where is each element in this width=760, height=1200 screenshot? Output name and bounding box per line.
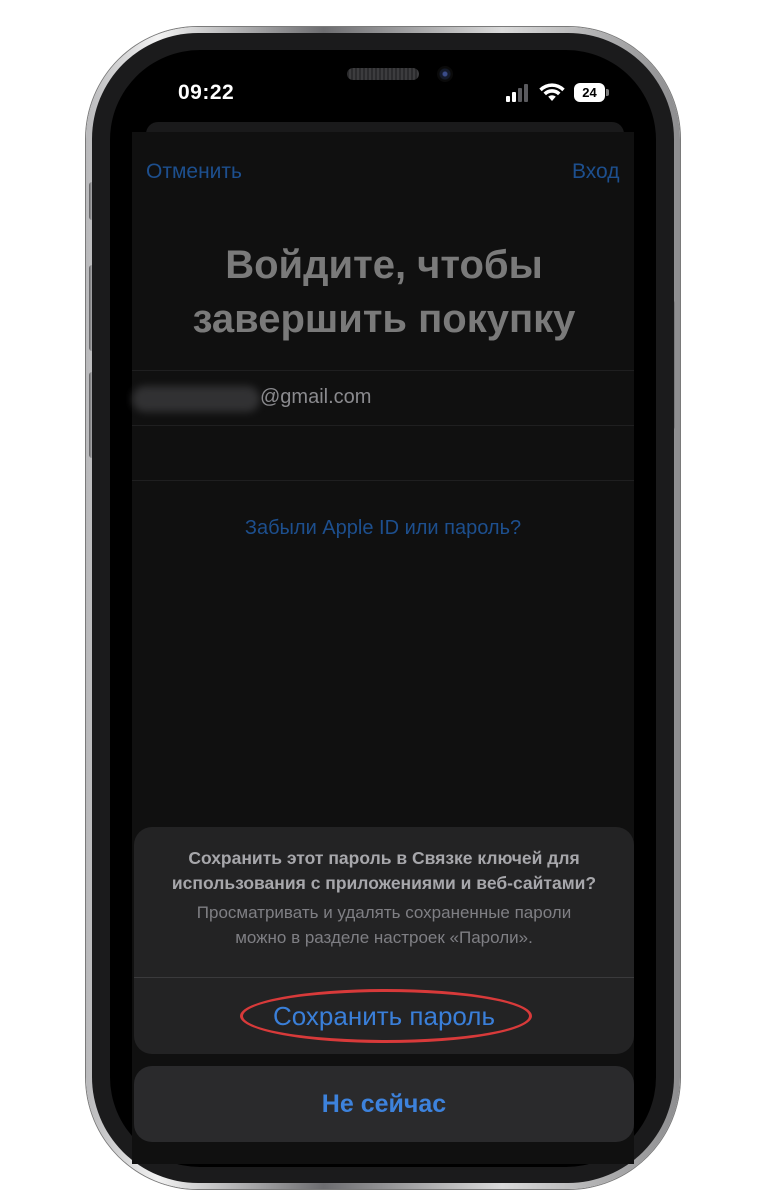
alert-message-line-2: можно в разделе настроек «Пароли». — [235, 928, 533, 947]
status-time: 09:22 — [178, 81, 235, 104]
battery-tip — [606, 89, 609, 96]
page-title-line-1: Войдите, чтобы — [225, 243, 543, 287]
wifi-icon — [539, 83, 565, 101]
cancel-link[interactable]: Отменить — [146, 160, 242, 184]
login-link[interactable]: Вход — [572, 160, 620, 184]
alert-message: Просматривать и удалять сохраненные паро… — [150, 900, 618, 950]
alert-title-line-2: использования с приложениями и веб-сайта… — [171, 873, 597, 893]
alert-title-line-1: Сохранить этот пароль в Связке ключей дл… — [188, 848, 580, 868]
email-username-redacted — [132, 386, 260, 412]
front-camera — [437, 66, 453, 82]
email-domain: @gmail.com — [260, 386, 372, 408]
forgot-password-link[interactable]: Забыли Apple ID или пароль? — [132, 517, 634, 540]
battery-icon: 24 — [574, 83, 605, 102]
page-title: Войдите, чтобы завершить покупку — [140, 238, 628, 346]
alert-message-line-1: Просматривать и удалять сохраненные паро… — [196, 903, 572, 922]
alert-title: Сохранить этот пароль в Связке ключей дл… — [150, 846, 618, 896]
earpiece-speaker — [347, 68, 419, 80]
field-separator-bottom — [132, 480, 634, 481]
cellular-signal-icon — [506, 84, 528, 102]
page-title-line-2: завершить покупку — [192, 297, 576, 341]
not-now-button[interactable]: Не сейчас — [134, 1066, 634, 1142]
highlight-circle — [240, 989, 532, 1043]
password-field[interactable] — [132, 426, 634, 480]
